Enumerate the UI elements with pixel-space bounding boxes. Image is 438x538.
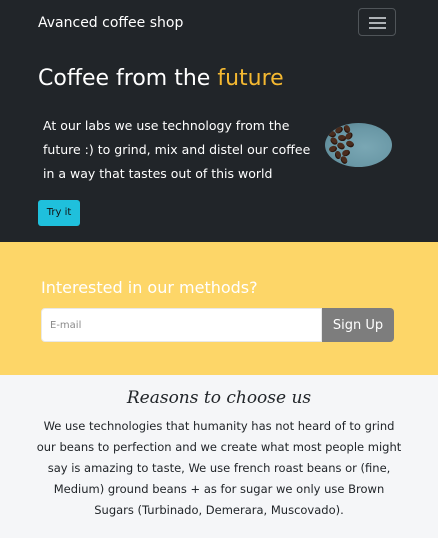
email-input[interactable] <box>41 308 322 342</box>
coffee-bean <box>334 125 344 135</box>
headline-main: Coffee from the <box>38 66 211 91</box>
reasons-title: Reasons to choose us <box>126 388 312 408</box>
hero-lead-text: At our labs we use technology from the f… <box>43 118 311 181</box>
hamburger-menu-icon-bar <box>369 27 386 29</box>
navbar-toggler-button[interactable] <box>358 8 396 36</box>
hero-headline: Coffee from the future <box>38 63 284 95</box>
coffee-bean <box>339 155 349 165</box>
hamburger-menu-icon <box>369 17 386 19</box>
coffee-beans-image <box>325 123 392 167</box>
signup-title: Interested in our methods? <box>41 278 258 297</box>
coffee-bean <box>345 139 355 149</box>
sign-up-button[interactable]: Sign Up <box>322 308 394 342</box>
navbar-brand[interactable]: Avanced coffee shop <box>38 13 183 33</box>
try-it-button[interactable]: Try it <box>38 200 80 226</box>
hero-section: Avanced coffee shop Coffee from the futu… <box>0 0 438 242</box>
hamburger-menu-icon-bar <box>369 22 386 24</box>
reasons-text: We use technologies that humanity has no… <box>36 419 402 517</box>
headline-accent: future <box>217 66 284 91</box>
